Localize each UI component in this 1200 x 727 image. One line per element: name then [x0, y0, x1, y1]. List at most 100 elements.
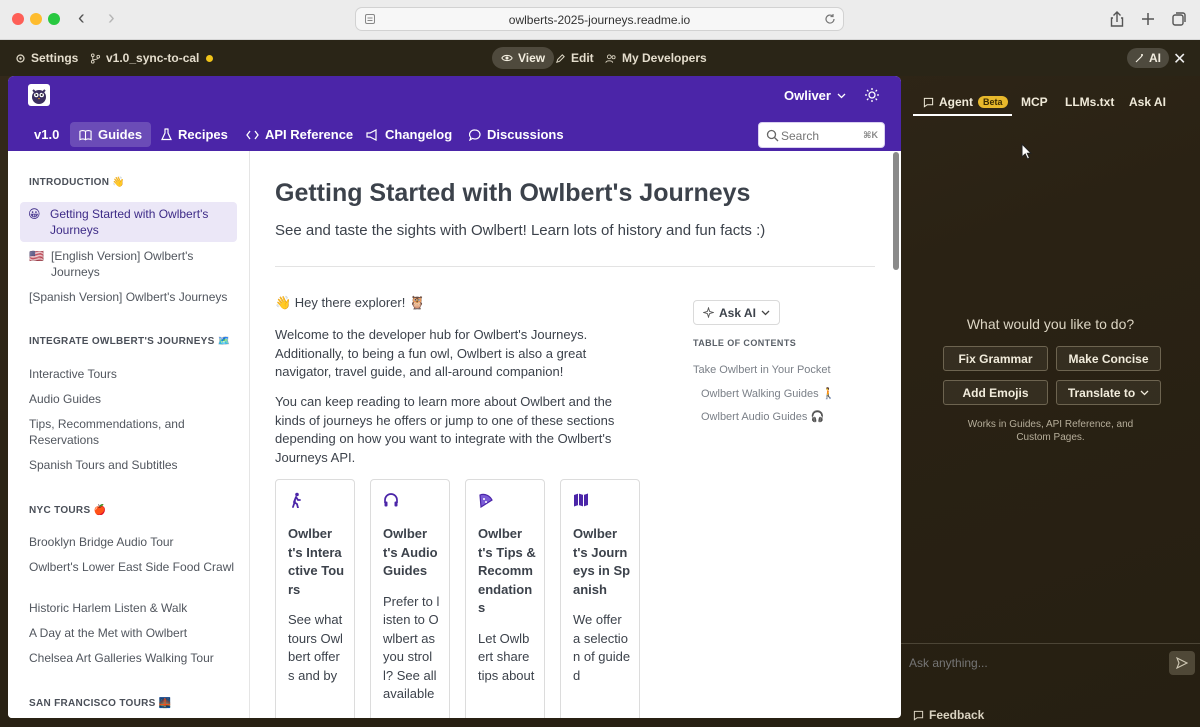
- megaphone-icon: [366, 128, 377, 141]
- nav-changelog[interactable]: Changelog: [366, 127, 452, 142]
- my-developers-label: My Developers: [622, 51, 707, 65]
- ai-panel: Agent Beta MCP LLMs.txt Ask AI What woul…: [901, 76, 1200, 727]
- add-emojis-button[interactable]: Add Emojis: [943, 380, 1048, 405]
- sparkle-icon: [703, 307, 714, 318]
- ask-ai-label: Ask AI: [719, 305, 756, 320]
- tab-agent-label: Agent: [939, 95, 973, 109]
- sidebar-item-chelsea[interactable]: Chelsea Art Galleries Walking Tour: [29, 650, 239, 666]
- send-button[interactable]: [1169, 651, 1195, 675]
- card-interactive-tours[interactable]: Owlbert's Interactive Tours See what tou…: [275, 479, 355, 718]
- article: Getting Started with Owlbert's Journeys …: [250, 151, 901, 718]
- ai-prompt-question: What would you like to do?: [966, 316, 1135, 332]
- chat-bubble-icon: [469, 128, 481, 141]
- card-audio-guides[interactable]: Owlbert's Audio Guides Prefer to listen …: [370, 479, 450, 718]
- sidebar-item-getting-started[interactable]: 😀 Getting Started with Owlbert's Journey…: [20, 202, 237, 242]
- chevron-down-icon: [837, 93, 846, 98]
- back-icon[interactable]: ‹: [78, 8, 85, 28]
- ai-scope-note: Works in Guides, API Reference, and Cust…: [901, 418, 1200, 444]
- new-tab-icon[interactable]: [1139, 10, 1157, 28]
- theme-toggle-icon[interactable]: [864, 87, 880, 103]
- headphones-icon: [384, 493, 398, 507]
- maximize-window-button[interactable]: [48, 13, 60, 25]
- sidebar-item-interactive-tours[interactable]: Interactive Tours: [29, 366, 239, 382]
- nav-version[interactable]: v1.0: [34, 127, 59, 142]
- address-bar[interactable]: owlberts-2025-journeys.readme.io: [355, 7, 844, 31]
- settings-button[interactable]: Settings: [15, 51, 78, 65]
- sidebar-item-english-version[interactable]: 🇺🇸 [English Version] Owlbert's Journeys: [29, 248, 239, 280]
- card-body: We offer a selection of guided: [573, 612, 631, 683]
- tab-agent[interactable]: Agent Beta: [923, 95, 1008, 109]
- sidebar-item-brooklyn-bridge[interactable]: Brooklyn Bridge Audio Tour: [29, 534, 239, 550]
- edit-mode-button[interactable]: Edit: [555, 51, 594, 65]
- toc-item[interactable]: Owlbert Walking Guides 🚶: [701, 387, 835, 400]
- chat-icon: [923, 97, 934, 108]
- tab-llms-txt[interactable]: LLMs.txt: [1065, 95, 1114, 109]
- sidebar-item-spanish-version[interactable]: [Spanish Version] Owlbert's Journeys: [29, 289, 239, 305]
- pencil-icon: [556, 53, 565, 63]
- intro-paragraph: Welcome to the developer hub for Owlbert…: [275, 327, 588, 379]
- search-input[interactable]: [781, 127, 851, 144]
- branch-label: v1.0_sync-to-cal: [106, 51, 200, 65]
- sidebar-item-the-met[interactable]: A Day at the Met with Owlbert: [29, 625, 239, 641]
- feedback-label: Feedback: [929, 708, 985, 722]
- sidebar-item-lower-east-side[interactable]: Owlbert's Lower East Side Food Crawl: [29, 559, 239, 575]
- minimize-window-button[interactable]: [30, 13, 42, 25]
- sidebar-item-label: [English Version] Owlbert's Journeys: [51, 249, 194, 279]
- translate-to-label: Translate to: [1067, 385, 1136, 400]
- url-text: owlberts-2025-journeys.readme.io: [508, 13, 691, 27]
- close-icon[interactable]: ✕: [1173, 49, 1186, 69]
- share-icon[interactable]: [1108, 10, 1126, 28]
- card-tips[interactable]: Owlbert's Tips & Recommendations Let Owl…: [465, 479, 545, 718]
- forward-icon[interactable]: ›: [108, 8, 115, 28]
- user-menu[interactable]: Owliver: [784, 88, 846, 103]
- nav-recipes[interactable]: Recipes: [161, 127, 228, 142]
- translate-to-button[interactable]: Translate to: [1056, 380, 1161, 405]
- search-shortcut: ⌘K: [863, 130, 878, 140]
- sidebar-item-label: Getting Started with Owlbert's Journeys: [50, 207, 209, 237]
- docs-sidebar: INTRODUCTION 👋 😀 Getting Started with Ow…: [8, 151, 250, 718]
- fix-grammar-button[interactable]: Fix Grammar: [943, 346, 1048, 371]
- tabs-overview-icon[interactable]: [1170, 10, 1188, 28]
- ask-ai-button[interactable]: Ask AI: [693, 300, 780, 325]
- sidebar-item-tips[interactable]: Tips, Recommendations, and Reservations: [29, 416, 239, 448]
- browser-toolbar: ‹ › owlberts-2025-journeys.readme.io: [0, 0, 1200, 40]
- owl-logo-icon: [32, 89, 46, 104]
- nav-api-reference-label: API Reference: [265, 127, 354, 142]
- docs-nav: v1.0 Guides Recipes API Reference Change…: [8, 120, 901, 151]
- sidebar-item-harlem[interactable]: Historic Harlem Listen & Walk: [29, 600, 239, 616]
- nav-version-label: v1.0: [34, 127, 60, 142]
- active-tab-indicator: [913, 114, 1012, 116]
- nav-guides[interactable]: Guides: [70, 122, 152, 147]
- view-mode-button[interactable]: View: [492, 47, 555, 69]
- tab-ask-ai-label: Ask AI: [1129, 95, 1166, 109]
- toc-item[interactable]: Take Owlbert in Your Pocket: [693, 364, 831, 376]
- branch-icon: [90, 52, 101, 64]
- tab-mcp[interactable]: MCP: [1021, 95, 1048, 109]
- edit-label: Edit: [571, 51, 594, 65]
- branch-selector[interactable]: v1.0_sync-to-cal: [90, 51, 214, 65]
- card-spanish[interactable]: Owlbert's Journeys in Spanish We offer a…: [560, 479, 640, 718]
- toc-item[interactable]: Owlbert Audio Guides 🎧: [701, 410, 824, 423]
- scrollbar-thumb[interactable]: [893, 152, 899, 270]
- walking-person-icon: [292, 492, 301, 509]
- make-concise-button[interactable]: Make Concise: [1056, 346, 1161, 371]
- wand-icon: [1135, 54, 1143, 63]
- ask-anything-input[interactable]: [909, 653, 1159, 673]
- search-box[interactable]: ⌘K: [758, 122, 885, 148]
- nav-api-reference[interactable]: API Reference: [246, 127, 353, 142]
- sidebar-item-audio-guides[interactable]: Audio Guides: [29, 391, 239, 407]
- divider: [901, 643, 1200, 644]
- feedback-button[interactable]: Feedback: [913, 708, 984, 722]
- pizza-icon: [479, 493, 493, 509]
- sidebar-section-integrate: INTEGRATE OWLBERT'S JOURNEYS 🗺️: [29, 336, 231, 347]
- nav-discussions[interactable]: Discussions: [469, 127, 564, 142]
- site-logo[interactable]: [28, 84, 50, 106]
- nav-guides-label: Guides: [98, 127, 143, 142]
- close-window-button[interactable]: [12, 13, 24, 25]
- ai-toggle-button[interactable]: AI: [1127, 48, 1169, 68]
- sidebar-item-spanish-tours[interactable]: Spanish Tours and Subtitles: [29, 457, 239, 473]
- unsaved-dot: [206, 54, 214, 62]
- tab-ask-ai[interactable]: Ask AI: [1129, 95, 1166, 109]
- my-developers-button[interactable]: My Developers: [605, 51, 707, 65]
- reload-icon[interactable]: [823, 12, 837, 26]
